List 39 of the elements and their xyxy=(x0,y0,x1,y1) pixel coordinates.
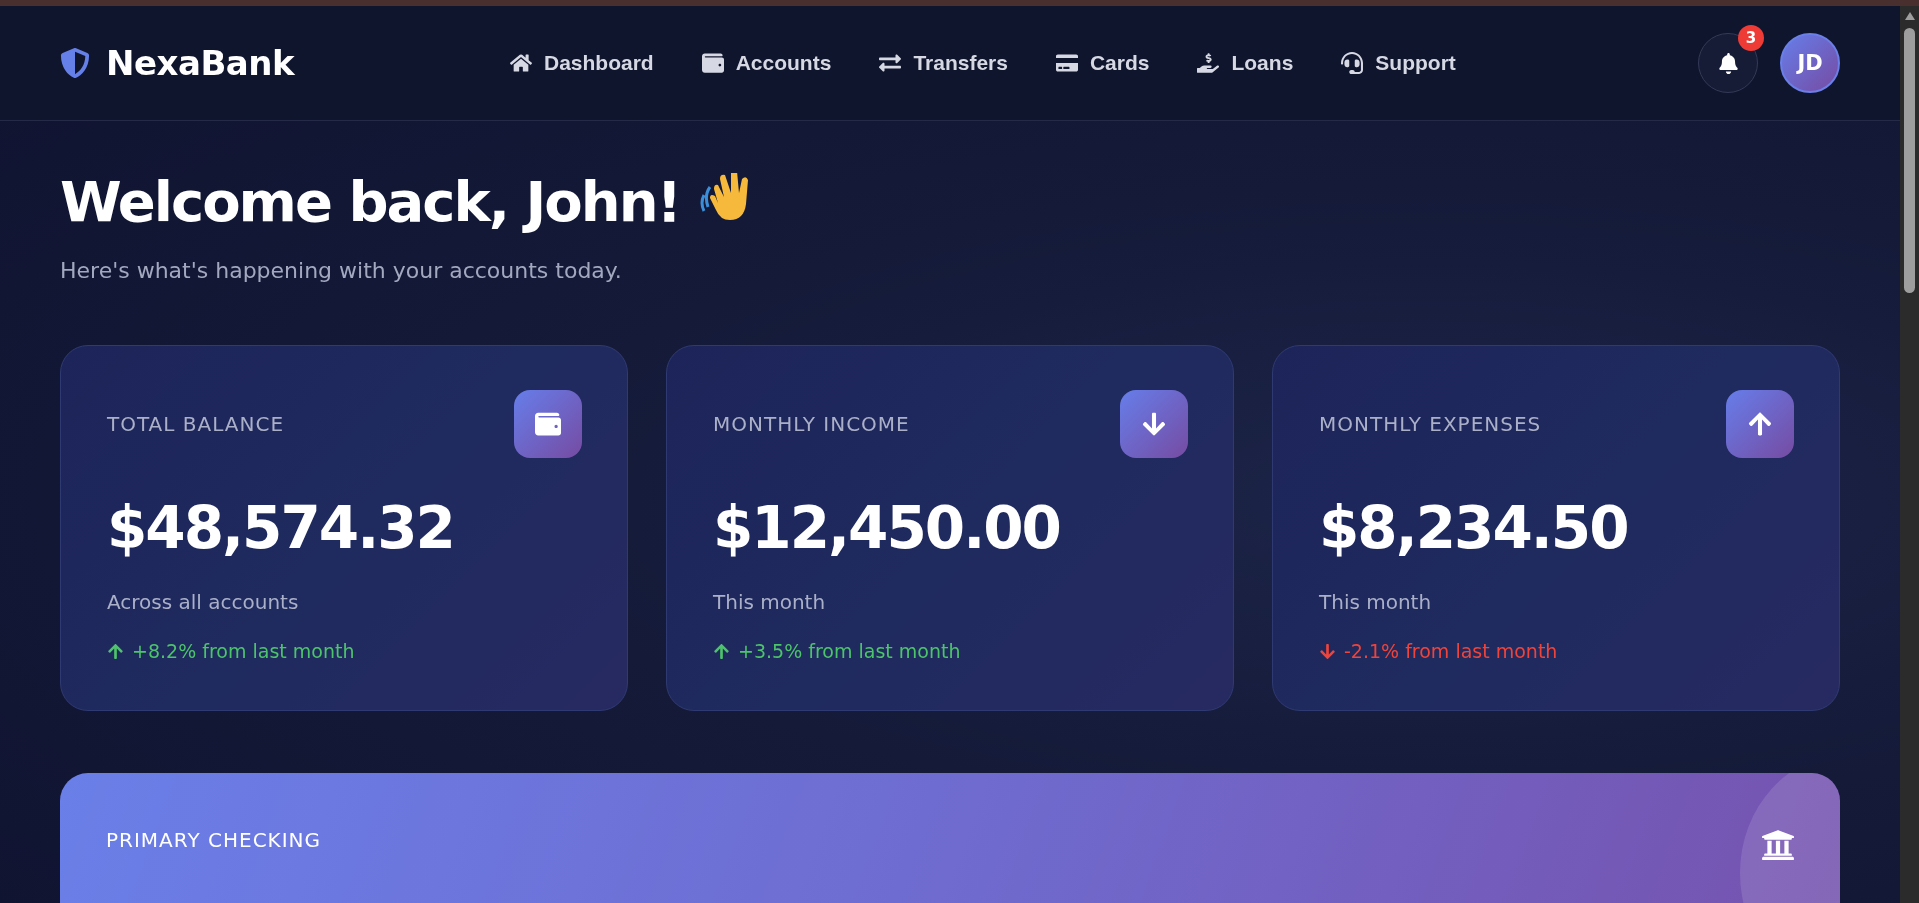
stat-label: MONTHLY INCOME xyxy=(713,412,910,436)
transfer-arrows-icon xyxy=(879,52,902,74)
headset-icon xyxy=(1341,52,1364,74)
welcome-subtitle: Here's what's happening with your accounts today. xyxy=(60,258,623,283)
notification-badge: 3 xyxy=(1738,25,1764,51)
home-icon xyxy=(510,52,532,74)
nav-link[interactable]: Support xyxy=(1341,51,1456,75)
welcome-heading: Welcome back, John! xyxy=(60,169,681,234)
hand-dollar-icon xyxy=(1197,52,1220,74)
bell-icon xyxy=(1717,52,1739,74)
trend-text: -2.1% from last month xyxy=(1344,640,1558,662)
nav-link[interactable]: Dashboard xyxy=(510,51,654,75)
stat-note: Across all accounts xyxy=(107,590,300,614)
stat-note: This month xyxy=(1319,590,1433,614)
stat-amount: $48,574.32 xyxy=(107,494,455,562)
scroll-up-arrow-icon[interactable] xyxy=(1904,12,1915,20)
arrow-down-icon xyxy=(1141,411,1167,437)
stat-amount: $12,450.00 xyxy=(713,494,1061,562)
shield-logo-icon xyxy=(60,48,90,78)
bank-icon xyxy=(1761,828,1795,862)
scrollbar[interactable] xyxy=(1900,6,1919,903)
trend-text: +3.5% from last month xyxy=(738,640,961,662)
scrollbar-thumb[interactable] xyxy=(1904,28,1915,293)
user-avatar[interactable]: JD xyxy=(1780,33,1840,93)
stat-amount: $8,234.50 xyxy=(1319,494,1629,562)
stat-label: TOTAL BALANCE xyxy=(107,412,285,436)
arrow-up-icon xyxy=(1747,411,1773,437)
nav-link[interactable]: Accounts xyxy=(701,51,832,75)
account-label: PRIMARY CHECKING xyxy=(106,828,322,852)
wallet-icon xyxy=(535,411,561,437)
brand-name: NexaBank xyxy=(106,43,295,83)
nav-link[interactable]: Transfers xyxy=(879,51,1008,75)
credit-card-icon xyxy=(1055,52,1078,74)
nav-link[interactable]: Cards xyxy=(1055,51,1150,75)
trend-text: +8.2% from last month xyxy=(132,640,355,662)
wallet-icon xyxy=(701,52,724,74)
nav-link[interactable]: Loans xyxy=(1197,51,1294,75)
stat-note: This month xyxy=(713,590,827,614)
stat-label: MONTHLY EXPENSES xyxy=(1319,412,1542,436)
